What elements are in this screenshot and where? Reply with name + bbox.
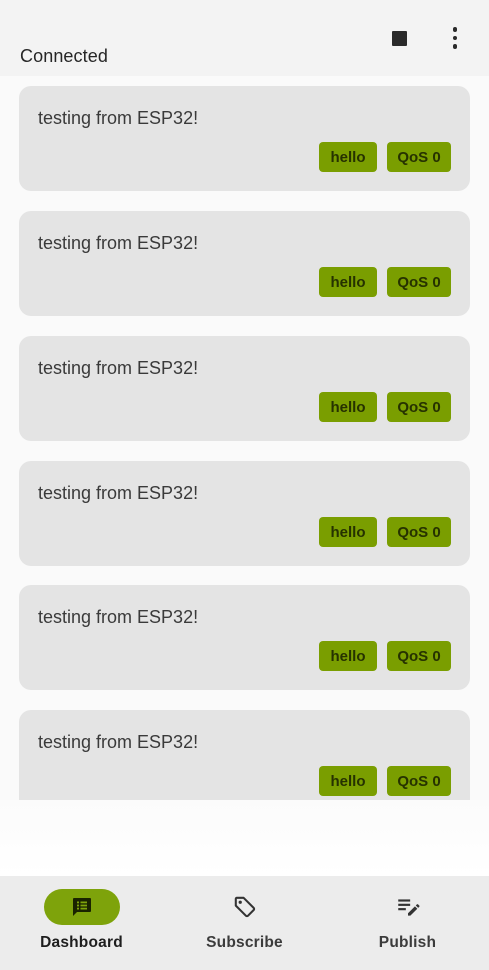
qos-chip: QoS 0	[387, 766, 451, 796]
list-bottom-fade	[0, 800, 489, 876]
message-list-icon	[72, 898, 91, 916]
qos-chip: QoS 0	[387, 142, 451, 172]
message-tags: hello QoS 0	[319, 142, 451, 172]
message-tags: hello QoS 0	[319, 392, 451, 422]
message-tags: hello QoS 0	[319, 517, 451, 547]
nav-indicator	[43, 889, 120, 925]
message-text: testing from ESP32!	[38, 108, 199, 128]
message-tags: hello QoS 0	[319, 766, 451, 796]
stop-button[interactable]	[384, 23, 414, 53]
nav-indicator	[370, 889, 446, 925]
nav-indicator	[207, 889, 283, 925]
nav-label: Dashboard	[40, 934, 123, 951]
message-tags: hello QoS 0	[319, 641, 451, 671]
connection-status: Connected	[20, 46, 108, 66]
message-text: testing from ESP32!	[38, 233, 199, 253]
message-tags: hello QoS 0	[319, 267, 451, 297]
bottom-navigation: Dashboard Subscribe Publish	[0, 876, 489, 970]
topic-chip: hello	[319, 766, 377, 796]
message-text: testing from ESP32!	[38, 607, 199, 627]
nav-item-dashboard[interactable]: Dashboard	[0, 876, 163, 970]
topic-chip: hello	[319, 142, 377, 172]
edit-note-icon	[397, 899, 420, 916]
qos-chip: QoS 0	[387, 641, 451, 671]
tag-icon	[234, 896, 255, 918]
app-screen: Connected testing from ESP32! hello QoS …	[0, 0, 489, 970]
message-card[interactable]: testing from ESP32! hello QoS 0	[19, 461, 470, 566]
qos-chip: QoS 0	[387, 392, 451, 422]
message-text: testing from ESP32!	[38, 483, 199, 503]
nav-item-publish[interactable]: Publish	[326, 876, 489, 970]
topic-chip: hello	[319, 641, 377, 671]
topic-chip: hello	[319, 392, 377, 422]
message-text: testing from ESP32!	[38, 732, 199, 752]
nav-label: Subscribe	[206, 934, 283, 951]
topic-chip: hello	[319, 267, 377, 297]
message-card[interactable]: testing from ESP32! hello QoS 0	[19, 86, 470, 191]
message-list[interactable]: testing from ESP32! hello QoS 0 testing …	[0, 76, 489, 800]
topic-chip: hello	[319, 517, 377, 547]
message-card[interactable]: testing from ESP32! hello QoS 0	[19, 336, 470, 441]
more-vert-icon	[452, 27, 458, 32]
qos-chip: QoS 0	[387, 267, 451, 297]
message-card[interactable]: testing from ESP32! hello QoS 0	[19, 710, 470, 800]
nav-item-subscribe[interactable]: Subscribe	[163, 876, 326, 970]
top-app-bar: Connected	[0, 0, 489, 76]
stop-icon	[391, 30, 407, 46]
message-card[interactable]: testing from ESP32! hello QoS 0	[19, 211, 470, 316]
message-text: testing from ESP32!	[38, 358, 199, 378]
more-options-button[interactable]	[440, 22, 470, 54]
nav-label: Publish	[378, 934, 437, 951]
message-card[interactable]: testing from ESP32! hello QoS 0	[19, 585, 470, 690]
qos-chip: QoS 0	[387, 517, 451, 547]
